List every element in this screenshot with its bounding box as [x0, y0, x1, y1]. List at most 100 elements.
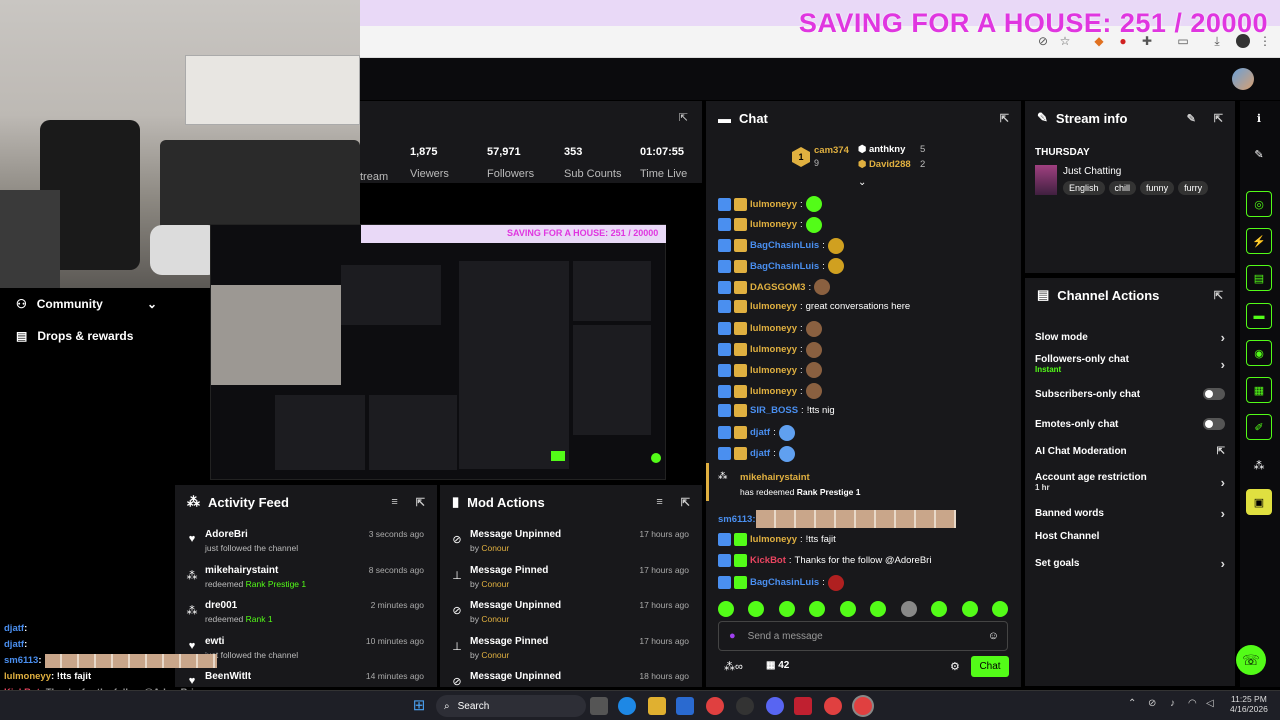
- points-icon[interactable]: ⁂∞: [724, 660, 743, 673]
- channel-action-item[interactable]: Emotes-only chat: [1035, 418, 1225, 430]
- chat-icon[interactable]: ▬: [1246, 303, 1272, 329]
- chat-username[interactable]: djatf: [750, 427, 770, 438]
- nav-drops[interactable]: ▤ Drops & rewards: [0, 320, 175, 352]
- wrench-icon[interactable]: ✐: [1246, 414, 1272, 440]
- chat-input[interactable]: ● Send a message ☺: [718, 621, 1008, 651]
- chat-username[interactable]: KickBot: [750, 555, 786, 566]
- bolt-icon[interactable]: ⚡: [1246, 228, 1272, 254]
- edge-icon[interactable]: [618, 697, 636, 715]
- chrome-active-icon[interactable]: [854, 697, 872, 715]
- network-icon[interactable]: ⊘: [1148, 698, 1156, 709]
- emote-icon[interactable]: [778, 601, 795, 617]
- store-icon[interactable]: [676, 697, 694, 715]
- chat-username[interactable]: DAGSGOM3: [750, 282, 805, 293]
- filter-icon[interactable]: ≡: [656, 496, 662, 508]
- task-view-icon[interactable]: [590, 697, 608, 715]
- channel-action-item[interactable]: Banned words ›: [1035, 506, 1225, 521]
- profile-icon[interactable]: [1236, 34, 1250, 48]
- nav-community[interactable]: ⚇ Community ⌄: [0, 288, 175, 320]
- mic-tray-icon[interactable]: ♪: [1170, 698, 1175, 709]
- windows-start-icon[interactable]: ⊞: [410, 697, 428, 715]
- chat-username[interactable]: BagChasinLuis: [750, 261, 819, 272]
- chat-username[interactable]: lulmoneyy: [750, 199, 797, 210]
- adblock-icon[interactable]: ●: [1116, 34, 1130, 48]
- chat-username[interactable]: lulmoneyy: [750, 344, 797, 355]
- gifter-3[interactable]: ⬢ David288: [858, 159, 911, 170]
- chat-username[interactable]: lulmoneyy: [750, 219, 797, 230]
- popout-icon[interactable]: ⇱: [1214, 112, 1223, 125]
- tag[interactable]: chill: [1108, 181, 1137, 195]
- gifter-2[interactable]: ⬢ anthkny: [858, 144, 905, 155]
- chat-username[interactable]: BagChasinLuis: [750, 577, 819, 588]
- tag[interactable]: funny: [1140, 181, 1175, 195]
- chat-username[interactable]: SIR_BOSS: [750, 405, 798, 416]
- popout-icon[interactable]: ⇱: [681, 496, 690, 509]
- chat-popout-icon[interactable]: ⇱: [1000, 112, 1009, 125]
- sm-user[interactable]: sm6113:: [718, 514, 756, 525]
- emote-icon[interactable]: [809, 601, 826, 617]
- category-name[interactable]: Just Chatting: [1063, 166, 1121, 177]
- chat-username[interactable]: lulmoneyy: [750, 365, 797, 376]
- tray-chevron-icon[interactable]: ⌃: [1128, 698, 1136, 709]
- popout-icon[interactable]: ⇱: [416, 496, 425, 509]
- volume-icon[interactable]: ◁: [1206, 698, 1214, 709]
- mod-action-item[interactable]: ⊘ Message Unpinned by Conour 17 hours ago: [450, 600, 695, 630]
- channel-action-item[interactable]: Set goals ›: [1035, 556, 1225, 571]
- chat-username[interactable]: lulmoneyy: [750, 386, 797, 397]
- redeem-user[interactable]: mikehairystaint: [740, 472, 810, 483]
- taskbar-search[interactable]: ⌕ Search: [436, 695, 586, 717]
- emote-icon[interactable]: [748, 601, 765, 617]
- mod-action-item[interactable]: ⊘ Message Unpinned by Conour 17 hours ago: [450, 529, 695, 559]
- extensions-puzzle-icon[interactable]: ✚: [1140, 34, 1154, 48]
- emote-icon[interactable]: [961, 601, 978, 617]
- tag[interactable]: English: [1063, 181, 1105, 195]
- emote-icon[interactable]: [870, 601, 887, 617]
- support-fab-icon[interactable]: ☏: [1236, 645, 1266, 675]
- broadcast-icon[interactable]: ◉: [1246, 340, 1272, 366]
- channel-action-item[interactable]: Slow mode ›: [1035, 330, 1225, 345]
- chat-username[interactable]: lulmoneyy: [750, 534, 797, 545]
- mod-action-item[interactable]: ⊥ Message Pinned by Conour 17 hours ago: [450, 565, 695, 595]
- channel-action-item[interactable]: AI Chat Moderation ⇱: [1035, 446, 1225, 457]
- pencil-icon[interactable]: ✎: [1246, 141, 1272, 167]
- emote-icon[interactable]: [931, 601, 948, 617]
- bookmark-star-icon[interactable]: ☆: [1058, 34, 1072, 48]
- chat-send-button[interactable]: Chat: [971, 656, 1009, 677]
- info-icon[interactable]: ℹ: [1246, 105, 1272, 131]
- download-icon[interactable]: ⤓: [1210, 34, 1224, 48]
- cast-icon[interactable]: ▭: [1176, 34, 1190, 48]
- category-thumbnail[interactable]: [1035, 165, 1057, 195]
- edit-icon[interactable]: ✎: [1187, 112, 1196, 125]
- emote-icon[interactable]: [991, 601, 1008, 617]
- channel-action-item[interactable]: Followers-only chat Instant ›: [1035, 354, 1225, 374]
- clock[interactable]: 11:25 PM 4/16/2026: [1230, 694, 1268, 714]
- channel-action-item[interactable]: Subscribers-only chat: [1035, 388, 1225, 400]
- expand-icon[interactable]: ⇱: [679, 111, 688, 124]
- emote-icon[interactable]: [900, 601, 917, 617]
- chat-settings-icon[interactable]: ⚙: [950, 660, 960, 673]
- toggle-switch[interactable]: [1203, 388, 1225, 400]
- obs-icon[interactable]: [736, 697, 754, 715]
- toggle-switch[interactable]: [1203, 418, 1225, 430]
- gifter-1-name[interactable]: cam374: [814, 145, 849, 156]
- emoji-icon[interactable]: ☺: [988, 630, 999, 642]
- chat-username[interactable]: BagChasinLuis: [750, 240, 819, 251]
- extension-icon[interactable]: ◆: [1092, 34, 1106, 48]
- chest-count[interactable]: ▦ 42: [766, 660, 789, 671]
- mod-action-item[interactable]: ⊥ Message Pinned by Conour 17 hours ago: [450, 636, 695, 666]
- channel-action-item[interactable]: Host Channel: [1035, 531, 1225, 542]
- filter-icon[interactable]: ≡: [391, 496, 397, 508]
- emote-icon[interactable]: [839, 601, 856, 617]
- chrome-icon[interactable]: [706, 697, 724, 715]
- menu-kebab-icon[interactable]: ⋮: [1258, 34, 1272, 48]
- activity-item[interactable]: ⁂ mikehairystaint redeemed Rank Prestige 1…: [185, 565, 430, 595]
- wifi-icon[interactable]: ◠: [1188, 698, 1197, 709]
- layout-icon[interactable]: ▦: [1246, 377, 1272, 403]
- scan-icon[interactable]: ◎: [1246, 191, 1272, 217]
- acrobat-icon[interactable]: [794, 697, 812, 715]
- tag[interactable]: furry: [1178, 181, 1209, 195]
- channel-action-item[interactable]: Account age restriction 1 hr ›: [1035, 472, 1225, 492]
- clapper-icon[interactable]: ▣: [1246, 489, 1272, 515]
- list-icon[interactable]: ▤: [1246, 265, 1272, 291]
- activity-item[interactable]: ♥ AdoreBri just followed the channel 3 seco…: [185, 529, 430, 559]
